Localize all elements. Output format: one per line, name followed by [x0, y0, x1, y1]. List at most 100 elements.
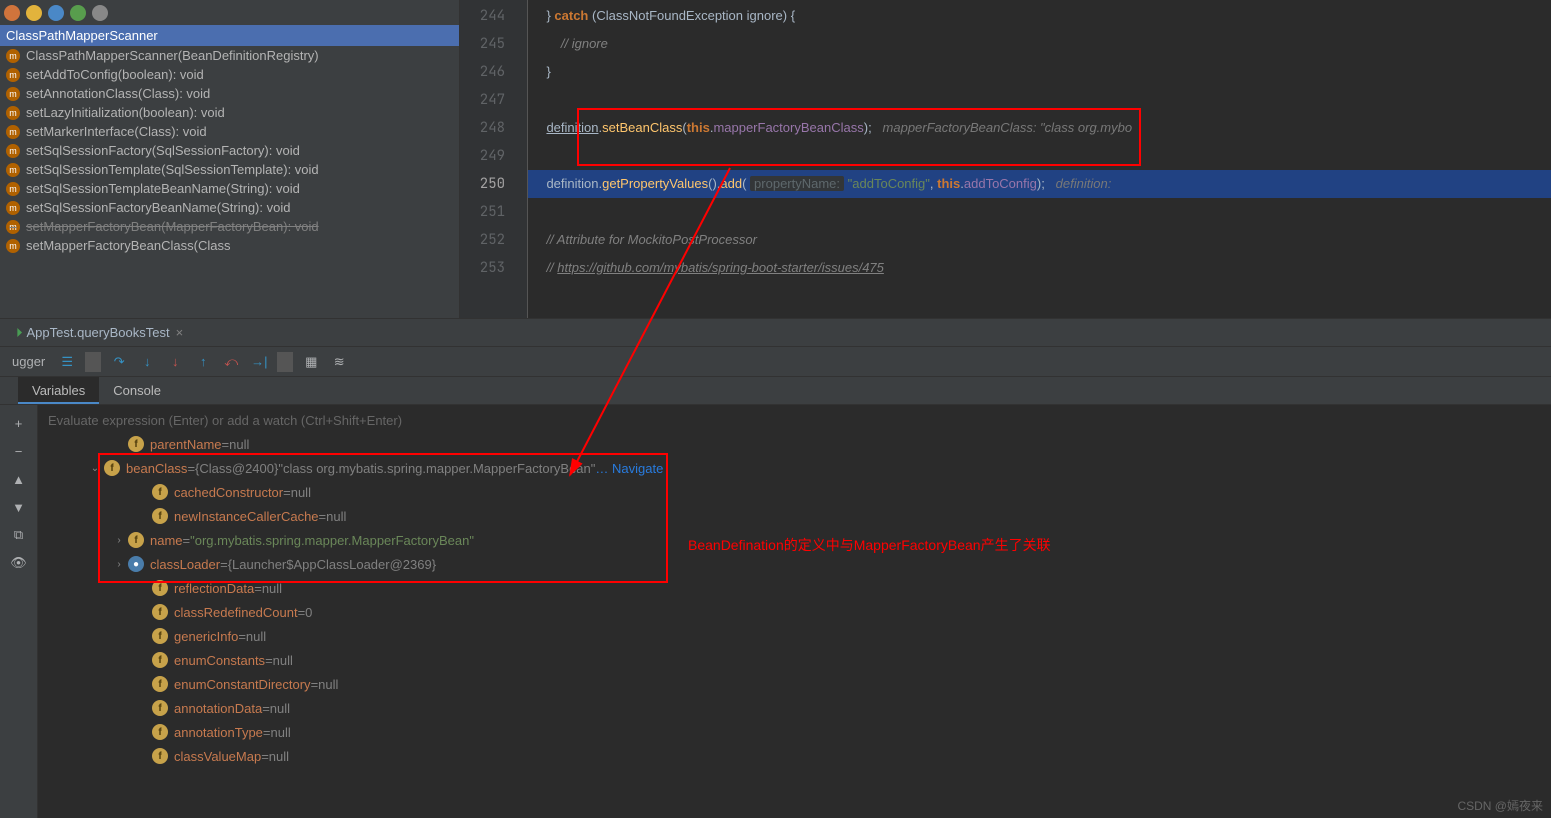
- field-badge-icon: f: [152, 700, 168, 716]
- chevron-icon[interactable]: ›: [110, 535, 128, 546]
- code-line[interactable]: [528, 198, 1551, 226]
- evaluate-icon[interactable]: ▦: [301, 352, 321, 372]
- tab-console[interactable]: Console: [99, 377, 175, 404]
- structure-item[interactable]: msetSqlSessionFactory(SqlSessionFactory)…: [0, 141, 459, 160]
- field-badge-icon: f: [152, 724, 168, 740]
- field-badge-icon: f: [152, 748, 168, 764]
- method-icon: m: [6, 87, 20, 101]
- tab-variables[interactable]: Variables: [18, 377, 99, 404]
- annotation-text: BeanDefination的定义中与MapperFactoryBean产生了关…: [688, 535, 1051, 555]
- remove-watch-icon[interactable]: −: [9, 441, 29, 461]
- up-icon[interactable]: ▲: [9, 469, 29, 489]
- method-icon: m: [6, 49, 20, 63]
- field-badge-icon: f: [152, 484, 168, 500]
- code-line[interactable]: } catch (ClassNotFoundException ignore) …: [528, 2, 1551, 30]
- structure-item[interactable]: msetSqlSessionFactoryBeanName(String): v…: [0, 198, 459, 217]
- variable-row[interactable]: fcachedConstructor = null: [38, 480, 1551, 504]
- chevron-icon[interactable]: ⌄: [86, 463, 104, 474]
- method-icon: m: [6, 163, 20, 177]
- run-to-cursor-icon[interactable]: →|: [249, 352, 269, 372]
- variable-row[interactable]: fnewInstanceCallerCache = null: [38, 504, 1551, 528]
- run-config-tab[interactable]: ⏵ AppTest.queryBooksTest ×: [8, 321, 191, 345]
- field-badge-icon: f: [128, 532, 144, 548]
- frames-icon[interactable]: ☰: [57, 352, 77, 372]
- method-icon: m: [6, 125, 20, 139]
- code-line[interactable]: }: [528, 58, 1551, 86]
- code-line[interactable]: // Attribute for MockitoPostProcessor: [528, 226, 1551, 254]
- structure-title[interactable]: ClassPathMapperScanner: [0, 25, 459, 46]
- code-line[interactable]: definition.getPropertyValues().add( prop…: [528, 170, 1551, 198]
- field-badge-icon: f: [152, 604, 168, 620]
- evaluate-input[interactable]: Evaluate expression (Enter) or add a wat…: [38, 409, 1551, 432]
- chevron-icon[interactable]: ›: [110, 559, 128, 570]
- line-number: 251: [460, 198, 527, 226]
- structure-panel: ClassPathMapperScanner mClassPathMapperS…: [0, 0, 460, 318]
- line-number: 249: [460, 142, 527, 170]
- variable-row[interactable]: fenumConstantDirectory = null: [38, 672, 1551, 696]
- structure-item[interactable]: msetSqlSessionTemplate(SqlSessionTemplat…: [0, 160, 459, 179]
- field-badge-icon: f: [152, 628, 168, 644]
- code-line[interactable]: [528, 142, 1551, 170]
- structure-item[interactable]: msetMapperFactoryBeanClass(Class: [0, 236, 459, 255]
- run-tab-bar: ⏵ AppTest.queryBooksTest ×: [0, 319, 1551, 347]
- variable-row[interactable]: ›●classLoader = {Launcher$AppClassLoader…: [38, 552, 1551, 576]
- method-icon: m: [6, 144, 20, 158]
- variable-row[interactable]: fenumConstants = null: [38, 648, 1551, 672]
- debug-toolbar: ugger ☰ ↷ ↓ ↓ ↑ ⤺ →| ▦ ≋: [0, 347, 1551, 377]
- structure-item[interactable]: msetMarkerInterface(Class): void: [0, 122, 459, 141]
- field-badge-icon: ●: [128, 556, 144, 572]
- orb-icon: [4, 5, 20, 21]
- method-icon: m: [6, 106, 20, 120]
- variables-gutter: + − ▲ ▼ ⧉ 👁: [0, 405, 38, 818]
- step-into-icon[interactable]: ↓: [137, 352, 157, 372]
- add-watch-icon[interactable]: +: [9, 413, 29, 433]
- variable-row[interactable]: fparentName = null: [38, 432, 1551, 456]
- trace-icon[interactable]: ≋: [329, 352, 349, 372]
- field-badge-icon: f: [152, 580, 168, 596]
- structure-item[interactable]: msetMapperFactoryBean(MapperFactoryBean)…: [0, 217, 459, 236]
- code-editor[interactable]: 244245246247248249250251252253 } catch (…: [460, 0, 1551, 318]
- orb-icon: [26, 5, 42, 21]
- eye-icon[interactable]: 👁: [9, 553, 29, 573]
- line-number: 248: [460, 114, 527, 142]
- run-icon: ⏵: [16, 325, 23, 341]
- editor-gutter: 244245246247248249250251252253: [460, 0, 528, 318]
- structure-item[interactable]: msetSqlSessionTemplateBeanName(String): …: [0, 179, 459, 198]
- variable-row[interactable]: fclassRedefinedCount = 0: [38, 600, 1551, 624]
- step-over-icon[interactable]: ↷: [109, 352, 129, 372]
- down-icon[interactable]: ▼: [9, 497, 29, 517]
- variable-row[interactable]: fgenericInfo = null: [38, 624, 1551, 648]
- code-area[interactable]: } catch (ClassNotFoundException ignore) …: [528, 0, 1551, 318]
- code-line[interactable]: // https://github.com/mybatis/spring-boo…: [528, 254, 1551, 282]
- structure-item[interactable]: msetAnnotationClass(Class): void: [0, 84, 459, 103]
- line-number: 250: [460, 170, 527, 198]
- variable-row[interactable]: fclassValueMap = null: [38, 744, 1551, 768]
- variable-row[interactable]: fannotationType = null: [38, 720, 1551, 744]
- navigate-link[interactable]: … Navigate: [595, 461, 663, 476]
- code-line[interactable]: // ignore: [528, 30, 1551, 58]
- method-icon: m: [6, 68, 20, 82]
- code-line[interactable]: definition.setBeanClass(this.mapperFacto…: [528, 114, 1551, 142]
- debugger-label: ugger: [4, 354, 53, 369]
- copy-icon[interactable]: ⧉: [9, 525, 29, 545]
- method-icon: m: [6, 220, 20, 234]
- variables-tree[interactable]: Evaluate expression (Enter) or add a wat…: [38, 405, 1551, 818]
- line-number: 247: [460, 86, 527, 114]
- variable-row[interactable]: freflectionData = null: [38, 576, 1551, 600]
- orb-icon: [48, 5, 64, 21]
- structure-item[interactable]: msetLazyInitialization(boolean): void: [0, 103, 459, 122]
- drop-frame-icon[interactable]: ⤺: [221, 352, 241, 372]
- method-icon: m: [6, 182, 20, 196]
- variable-row[interactable]: fannotationData = null: [38, 696, 1551, 720]
- field-badge-icon: f: [152, 508, 168, 524]
- force-step-into-icon[interactable]: ↓: [165, 352, 185, 372]
- variable-row[interactable]: ⌄fbeanClass = {Class@2400} "class org.my…: [38, 456, 1551, 480]
- method-icon: m: [6, 201, 20, 215]
- step-out-icon[interactable]: ↑: [193, 352, 213, 372]
- structure-toolbar: [0, 0, 459, 25]
- line-number: 244: [460, 2, 527, 30]
- structure-item[interactable]: mClassPathMapperScanner(BeanDefinitionRe…: [0, 46, 459, 65]
- close-icon[interactable]: ×: [176, 325, 184, 340]
- structure-item[interactable]: msetAddToConfig(boolean): void: [0, 65, 459, 84]
- code-line[interactable]: [528, 86, 1551, 114]
